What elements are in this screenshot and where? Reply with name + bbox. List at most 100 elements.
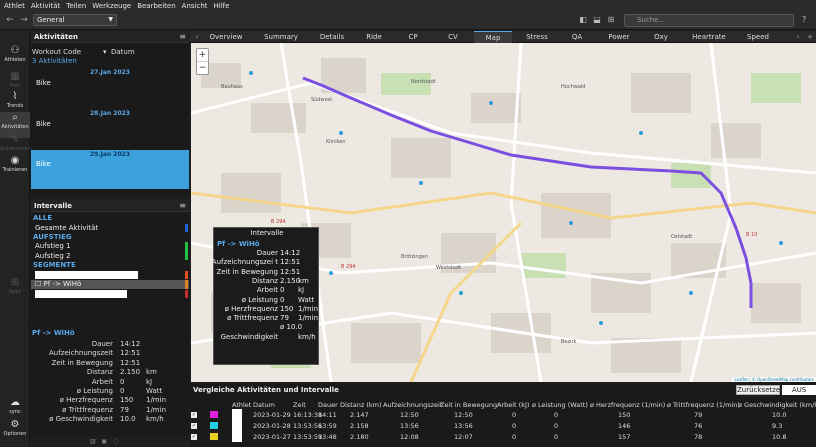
back-arrow-icon[interactable]: ← xyxy=(4,14,16,26)
panel-footer-icons[interactable]: ▥ ▣ ◌ xyxy=(90,438,118,445)
reset-button[interactable]: Zurücksetzen xyxy=(736,385,785,395)
interval-group[interactable]: AUFSTIEG xyxy=(33,233,191,242)
tooltip-value: ø 10.0 xyxy=(280,323,303,332)
tab-cv[interactable]: CV xyxy=(444,31,462,43)
sidebar-item-label: Aktivitäten xyxy=(1,124,29,130)
activity-date[interactable]: 29.Jan 2023 xyxy=(31,151,189,158)
column-header-date[interactable]: Datum xyxy=(111,48,135,56)
tab-scroll-left-icon[interactable]: ‹ xyxy=(193,31,201,43)
compare-column-header[interactable]: Athlet xyxy=(232,401,251,409)
tab-summary[interactable]: Summary xyxy=(260,31,302,43)
map-attribution[interactable]: Leaflet | © OpenStreetMap contributors xyxy=(732,377,816,382)
activities-title: Aktivitäten xyxy=(34,33,78,41)
tab-oxy[interactable]: Oxy xyxy=(652,31,670,43)
compare-toggle[interactable]: AUS xyxy=(782,385,816,395)
activity-date[interactable]: 28.Jan 2023 xyxy=(31,110,189,117)
tab-ride[interactable]: Ride xyxy=(362,31,386,43)
compare-row-checkbox[interactable]: ✓ xyxy=(191,423,197,429)
stat-unit: km xyxy=(146,368,157,377)
menu-aktivitaet[interactable]: Aktivität xyxy=(31,2,60,10)
tab-stress[interactable]: Stress xyxy=(522,31,552,43)
interval-item[interactable]: Aufstieg 1 xyxy=(35,242,193,251)
interval-item[interactable] xyxy=(35,271,138,279)
compare-column-header[interactable]: Zeit in Bewegung xyxy=(440,401,497,409)
stat-unit: kJ xyxy=(146,377,153,386)
zoom-out-button[interactable]: − xyxy=(197,62,208,75)
column-header-code[interactable]: Workout Code xyxy=(32,48,81,56)
activity-count: 3 Aktivitäten xyxy=(32,57,77,65)
compare-row-checkbox[interactable]: ✓ xyxy=(191,412,197,418)
stat-label: ø Geschwindigkeit xyxy=(49,415,113,424)
interval-item-selected[interactable]: ☐ Pf -> WiHö xyxy=(35,280,193,289)
panel-menu-icon[interactable]: ≡ xyxy=(179,32,186,41)
interval-group[interactable]: SEGMENTE xyxy=(33,261,191,270)
forward-arrow-icon[interactable]: → xyxy=(18,14,30,26)
compare-column-header[interactable]: Aufzeichnungszeit xyxy=(383,401,442,409)
compare-column-header[interactable]: Distanz (km) xyxy=(340,401,382,409)
interval-item-label: Pf -> WiHö xyxy=(43,280,82,288)
sidebar-item-optionen[interactable]: ⚙ Optionen xyxy=(0,419,30,445)
interval-item[interactable]: Gesamte Aktivität xyxy=(35,224,193,233)
tab-cp[interactable]: CP xyxy=(404,31,422,43)
compare-color-swatch[interactable] xyxy=(210,433,218,440)
menu-ansicht[interactable]: Ansicht xyxy=(182,2,208,10)
menu-werkzeuge[interactable]: Werkzeuge xyxy=(92,2,131,10)
compare-column-header[interactable]: Arbeit (kJ) xyxy=(497,401,529,409)
sort-indicator-icon: ▾ xyxy=(103,48,107,56)
activity-row[interactable]: Bike xyxy=(36,160,51,168)
sidebar-item-athleten[interactable]: ⚇ Athleten xyxy=(0,45,30,71)
sidebar-item-apps[interactable]: ⊞ Apps xyxy=(0,277,30,303)
compare-cell: 79 xyxy=(694,411,703,419)
tab-power[interactable]: Power xyxy=(606,31,632,43)
activity-row[interactable]: Bike xyxy=(36,79,51,87)
activity-date[interactable]: 27.Jan 2023 xyxy=(31,69,189,76)
stat-unit: km/h xyxy=(146,415,164,424)
tooltip-value: 79 xyxy=(280,314,289,323)
sidebar-item-trainieren[interactable]: ◉ Trainieren xyxy=(0,155,30,181)
compare-column-header[interactable]: ø Leistung (Watt) xyxy=(532,401,588,409)
map-label: Weststadt xyxy=(436,265,461,271)
workout-select[interactable]: General ▼ xyxy=(33,14,117,26)
zoom-in-button[interactable]: + xyxy=(197,49,208,62)
tab-scroll-right-icon[interactable]: › xyxy=(794,31,802,43)
activity-row[interactable]: Bike xyxy=(36,120,51,128)
menu-teilen[interactable]: Teilen xyxy=(66,2,86,10)
menu-bearbeiten[interactable]: Bearbeiten xyxy=(137,2,175,10)
interval-group[interactable]: ALLE xyxy=(33,214,191,223)
add-tab-icon[interactable]: + xyxy=(806,31,814,43)
interval-item[interactable]: Aufstieg 2 xyxy=(35,252,193,261)
compare-color-swatch[interactable] xyxy=(210,422,218,429)
tab-speed[interactable]: Speed xyxy=(746,31,770,43)
compare-column-header[interactable]: ø Trittfrequenz (1/min) xyxy=(667,401,740,409)
activities-header: Aktivitäten ≡ xyxy=(31,31,189,43)
help-icon[interactable]: ? xyxy=(802,15,806,24)
panel-menu-icon[interactable]: ≡ xyxy=(179,201,186,210)
tooltip-unit: kJ xyxy=(298,286,305,295)
map-label: Nordstadt xyxy=(411,79,436,85)
tab-details[interactable]: Details xyxy=(316,31,348,43)
compare-color-swatch[interactable] xyxy=(210,411,218,418)
menu-hilfe[interactable]: Hilfe xyxy=(214,2,230,10)
compare-column-header[interactable]: Dauer xyxy=(318,401,338,409)
intervals-title: Intervalle xyxy=(34,202,72,210)
search-input[interactable]: Suche... xyxy=(624,14,794,27)
grid-icon[interactable]: ⊞ xyxy=(606,15,616,25)
tab-map[interactable]: Map xyxy=(474,31,512,43)
checkbox-icon[interactable]: ☐ xyxy=(35,280,44,288)
tooltip-label: Geschwindigkeit xyxy=(220,332,278,341)
train-icon: ◉ xyxy=(10,155,20,166)
sidebar-toggle-icon[interactable]: ◧ xyxy=(578,15,588,25)
compare-row-checkbox[interactable]: ✓ xyxy=(191,434,197,440)
compare-column-header[interactable]: Zeit xyxy=(293,401,306,409)
tab-qa[interactable]: QA xyxy=(568,31,586,43)
compare-column-header[interactable]: ø Herzfrequenz (1/min) xyxy=(590,401,665,409)
tab-heartrate[interactable]: Heartrate xyxy=(690,31,728,43)
tab-overview[interactable]: Overview xyxy=(206,31,246,43)
compare-column-header[interactable]: Datum xyxy=(253,401,275,409)
menu-athlet[interactable]: Athlet xyxy=(4,2,25,10)
compare-column-header[interactable]: ø Geschwindigkeit (km/h) xyxy=(738,401,816,409)
activities-panel: Aktivitäten ≡ Workout Code ▾ Datum 3 Akti… xyxy=(31,31,189,196)
stat-value: 79 xyxy=(120,405,129,414)
bottom-panel-icon[interactable]: ⬓ xyxy=(592,15,602,25)
interval-item[interactable] xyxy=(35,290,127,298)
